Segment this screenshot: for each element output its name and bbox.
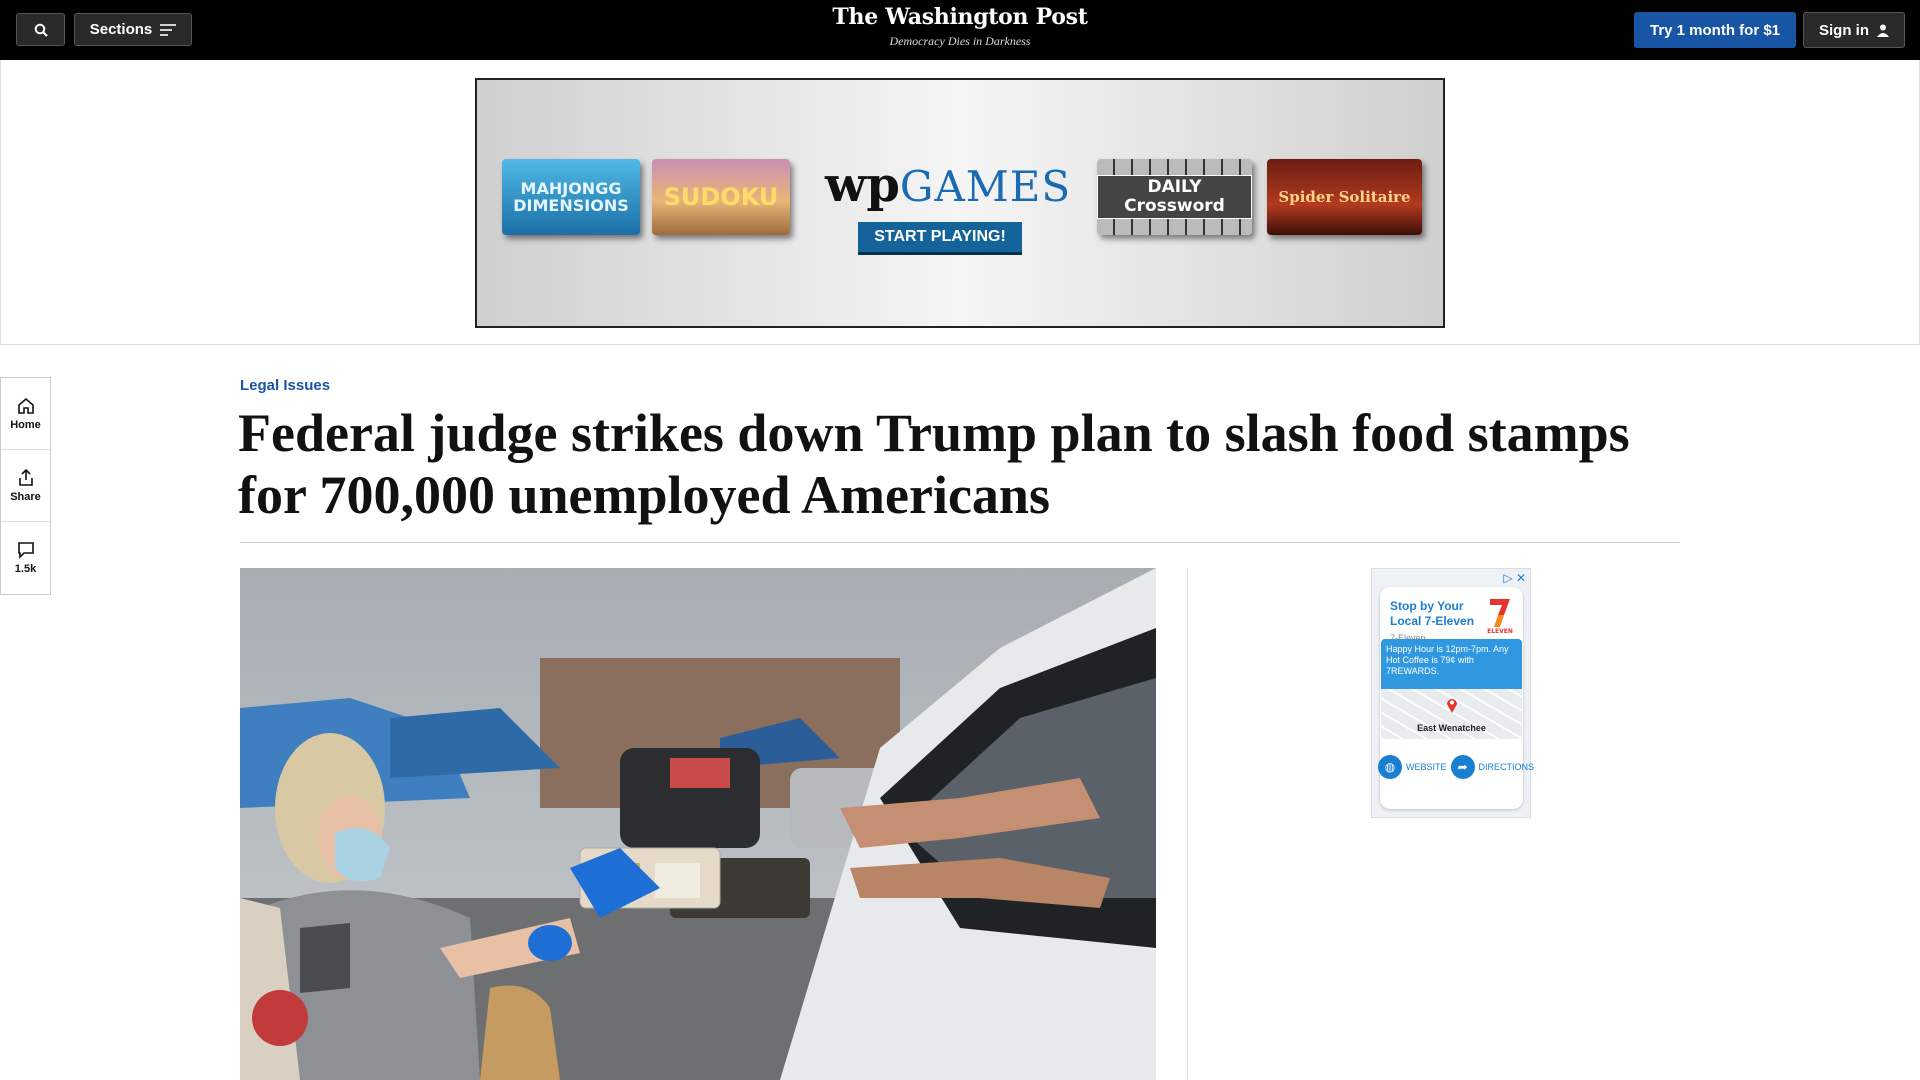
side-ad-actions: ◍ WEBSITE ➦ DIRECTIONS bbox=[1378, 755, 1534, 779]
directions-link[interactable]: DIRECTIONS bbox=[1479, 762, 1535, 772]
search-icon bbox=[34, 23, 48, 37]
crossword-tile[interactable]: DAILY Crossword bbox=[1097, 159, 1252, 235]
sections-label: Sections bbox=[89, 21, 153, 38]
logo-text: The Washington Post bbox=[832, 4, 1088, 30]
tagline: Democracy Dies in Darkness bbox=[889, 34, 1031, 48]
home-button[interactable]: Home bbox=[1, 378, 50, 450]
map-pin-icon bbox=[1447, 699, 1457, 713]
menu-icon bbox=[160, 23, 177, 36]
top-navigation: Sections The Washington Post Democracy D… bbox=[0, 0, 1920, 60]
section-kicker[interactable]: Legal Issues bbox=[240, 377, 330, 394]
side-ad-title[interactable]: Stop by Your Local 7-Eleven bbox=[1390, 599, 1480, 629]
games-word: GAMES bbox=[899, 162, 1072, 211]
hero-photo-image bbox=[240, 568, 1156, 1080]
sign-in-button[interactable]: Sign in bbox=[1803, 12, 1905, 48]
start-playing-button[interactable]: START PLAYING! bbox=[858, 222, 1022, 255]
sudoku-tile[interactable]: SUDOKU bbox=[652, 159, 790, 235]
directions-icon[interactable]: ➦ bbox=[1450, 755, 1475, 779]
subscribe-button[interactable]: Try 1 month for $1 bbox=[1634, 12, 1796, 48]
sign-in-label: Sign in bbox=[1819, 21, 1869, 39]
headline-divider bbox=[240, 542, 1680, 543]
column-divider bbox=[1187, 568, 1188, 1080]
share-button[interactable]: Share bbox=[1, 450, 50, 522]
sections-button[interactable]: Sections bbox=[74, 13, 192, 46]
hero-photo[interactable] bbox=[240, 568, 1156, 1080]
adchoices-icon[interactable]: ▷ ✕ bbox=[1503, 571, 1526, 585]
share-icon bbox=[18, 468, 33, 486]
map-location-label: East Wenatchee bbox=[1417, 723, 1486, 733]
spider-solitaire-tile[interactable]: Spider Solitaire bbox=[1267, 159, 1422, 235]
share-label: Share bbox=[10, 490, 41, 503]
seven-eleven-side-ad[interactable]: ▷ ✕ Stop by Your Local 7-Eleven 7-Eleven… bbox=[1371, 568, 1534, 818]
svg-text:ELEVEN: ELEVEN bbox=[1487, 628, 1513, 635]
seven-eleven-logo-icon: ELEVEN bbox=[1487, 599, 1513, 635]
wp-games-banner-ad[interactable]: MAHJONGG DIMENSIONS SUDOKU wpGAMES START… bbox=[475, 78, 1445, 328]
home-label: Home bbox=[10, 418, 41, 431]
comment-icon bbox=[17, 542, 34, 559]
comments-count: 1.5k bbox=[14, 563, 37, 575]
home-icon bbox=[17, 397, 34, 414]
wp-games-logo: wpGAMES START PLAYING! bbox=[825, 157, 1070, 255]
side-ad-map[interactable]: East Wenatchee bbox=[1381, 689, 1522, 739]
mahjong-tile[interactable]: MAHJONGG DIMENSIONS bbox=[502, 159, 640, 235]
article-action-rail: Home Share 1.5k bbox=[0, 377, 51, 595]
website-link[interactable]: WEBSITE bbox=[1406, 762, 1447, 772]
wp-mark: wp bbox=[825, 157, 900, 213]
user-icon bbox=[1877, 24, 1889, 37]
comments-button[interactable]: 1.5k bbox=[1, 522, 50, 594]
crossword-label: DAILY Crossword bbox=[1097, 175, 1252, 219]
site-logo[interactable]: The Washington Post Democracy Dies in Da… bbox=[760, 4, 1160, 49]
globe-icon[interactable]: ◍ bbox=[1378, 755, 1402, 779]
search-button[interactable] bbox=[16, 13, 65, 46]
side-ad-promo[interactable]: Happy Hour is 12pm-7pm. Any Hot Coffee i… bbox=[1381, 639, 1522, 689]
article-headline: Federal judge strikes down Trump plan to… bbox=[238, 403, 1630, 525]
